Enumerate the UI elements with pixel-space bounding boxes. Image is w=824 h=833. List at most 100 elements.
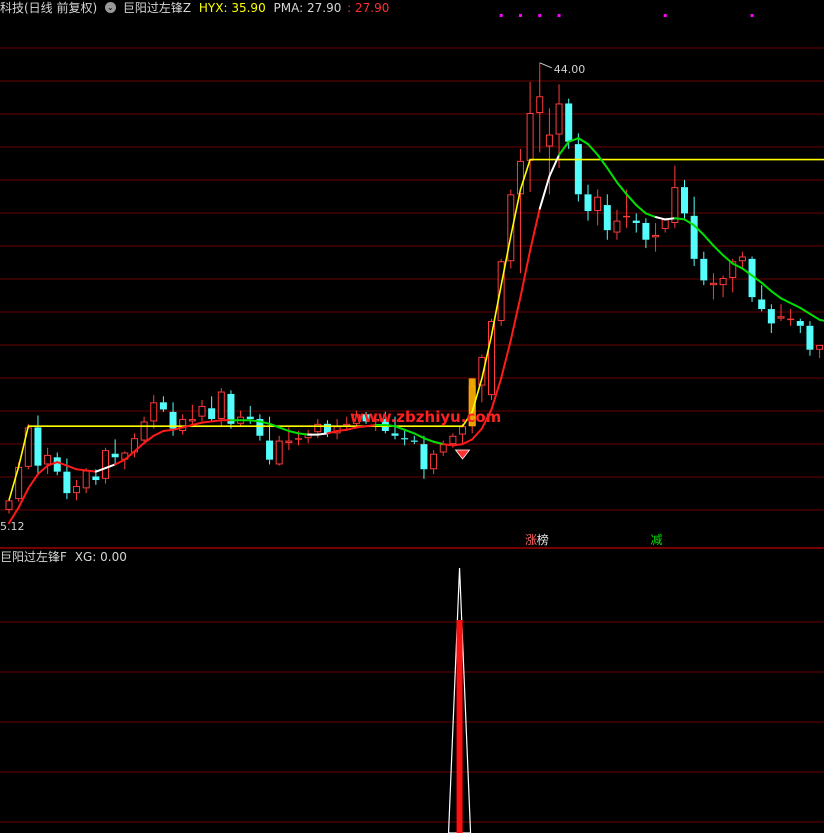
ma-fast-segment	[644, 212, 657, 219]
candle	[700, 251, 708, 286]
candle-body-down	[401, 438, 409, 440]
moving-average-lines	[8, 137, 824, 525]
candle	[24, 423, 32, 470]
candle-body-down	[111, 453, 119, 458]
candle	[709, 273, 717, 300]
candle-body-up	[623, 215, 631, 218]
ma-fast-segment	[509, 296, 522, 342]
ma-fast-segment	[587, 143, 599, 156]
candle	[256, 414, 264, 441]
candle-body-down	[806, 325, 814, 350]
candle-body-down	[796, 321, 804, 326]
candle-body-up	[738, 256, 746, 262]
candle	[188, 404, 196, 427]
candle	[767, 304, 775, 333]
candle-body-down	[603, 205, 611, 231]
ma-fast-segment	[712, 244, 725, 257]
ma-fast-segment	[85, 469, 97, 473]
candle-body-down	[53, 457, 61, 472]
candle	[613, 209, 621, 240]
extra-label: :	[347, 1, 356, 15]
candle-body-up	[652, 234, 660, 238]
candle-body-up	[449, 435, 457, 445]
candle	[275, 435, 283, 466]
ma-fast-segment	[336, 428, 348, 432]
ma-fast-segment	[287, 430, 300, 435]
candle-body-up	[430, 453, 438, 470]
candle-body-up	[217, 391, 225, 420]
ma-fast-segment	[635, 204, 647, 215]
candle-body-down	[208, 408, 216, 420]
candle-body-up	[439, 444, 447, 453]
ma-fast-segment	[316, 432, 329, 436]
ma-fast-segment	[297, 432, 310, 436]
candle	[73, 480, 81, 501]
xg-label: XG:	[74, 550, 101, 564]
ma-fast-segment	[548, 153, 561, 178]
ma-fast-segment	[722, 254, 734, 265]
ma-fast-segment	[519, 249, 532, 299]
candle	[159, 396, 167, 412]
candle	[719, 275, 727, 298]
ma-fast-segment	[75, 468, 88, 472]
spike-bar	[456, 620, 463, 833]
candle	[681, 179, 688, 219]
stock-title: 科技(日线 前复权)	[0, 1, 98, 15]
candle	[516, 148, 524, 274]
candle	[526, 81, 534, 192]
indicator-name: 巨阳过左锋Z	[122, 1, 192, 15]
ma-fast-segment	[461, 438, 474, 446]
sub-indicator-name: 巨阳过左锋F	[0, 550, 67, 564]
ma-fast-segment	[451, 443, 464, 447]
candle-body-up	[555, 103, 563, 135]
candle	[690, 196, 698, 267]
candle-body-up	[102, 450, 109, 479]
candle-body-up	[526, 113, 534, 161]
candle-body-down	[700, 258, 708, 281]
candle-body-down	[410, 440, 418, 442]
candle-body-up	[459, 426, 467, 435]
candle-body-up	[5, 500, 13, 510]
reduce-tag: 减	[651, 533, 663, 547]
candle	[488, 318, 495, 400]
candle-body-up	[140, 421, 148, 441]
ma-fast-segment	[152, 430, 165, 437]
candle	[333, 419, 341, 440]
ma-fast-segment	[808, 312, 821, 321]
candle-body-up	[594, 196, 602, 212]
chart-canvas: www.zbzhiyu.com 44.00 5.12 涨 榜 减	[0, 14, 824, 833]
candle-body-up	[150, 402, 158, 422]
candle	[603, 194, 611, 240]
candle	[430, 450, 438, 475]
xg-value: 0.00	[100, 550, 127, 564]
candle-body-up	[719, 277, 727, 286]
candle-body-down	[681, 187, 688, 214]
high-pointer-line	[539, 62, 552, 69]
candle	[34, 415, 42, 475]
ma-fast-segment	[615, 181, 628, 196]
dropdown-circle-icon[interactable]: ⌄	[105, 2, 117, 13]
candle	[584, 184, 592, 221]
candle	[198, 399, 206, 422]
candle-body-up	[198, 405, 206, 417]
ma-fast-segment	[278, 426, 290, 432]
magenta-dot	[518, 14, 522, 17]
magenta-dot	[499, 14, 503, 17]
ma-fast-segment	[760, 281, 773, 293]
candle-body-up	[188, 419, 196, 422]
candle-body-down	[92, 476, 100, 481]
pma-value: 27.90	[306, 1, 342, 15]
candle-body-up	[536, 96, 544, 114]
candle-body-up	[44, 454, 52, 465]
limit-up-tag: 涨	[525, 532, 537, 547]
ma-fast-segment	[500, 339, 512, 380]
watermark-text: www.zbzhiyu.com	[350, 408, 501, 426]
ma-fast-segment	[770, 290, 782, 300]
candle-body-down	[574, 144, 582, 195]
candle	[208, 396, 216, 422]
candle	[738, 251, 746, 269]
ma-fast-segment	[471, 427, 483, 441]
candle	[111, 439, 119, 465]
ma-fast-segment	[442, 443, 454, 447]
ma-fast-segment	[529, 207, 541, 252]
